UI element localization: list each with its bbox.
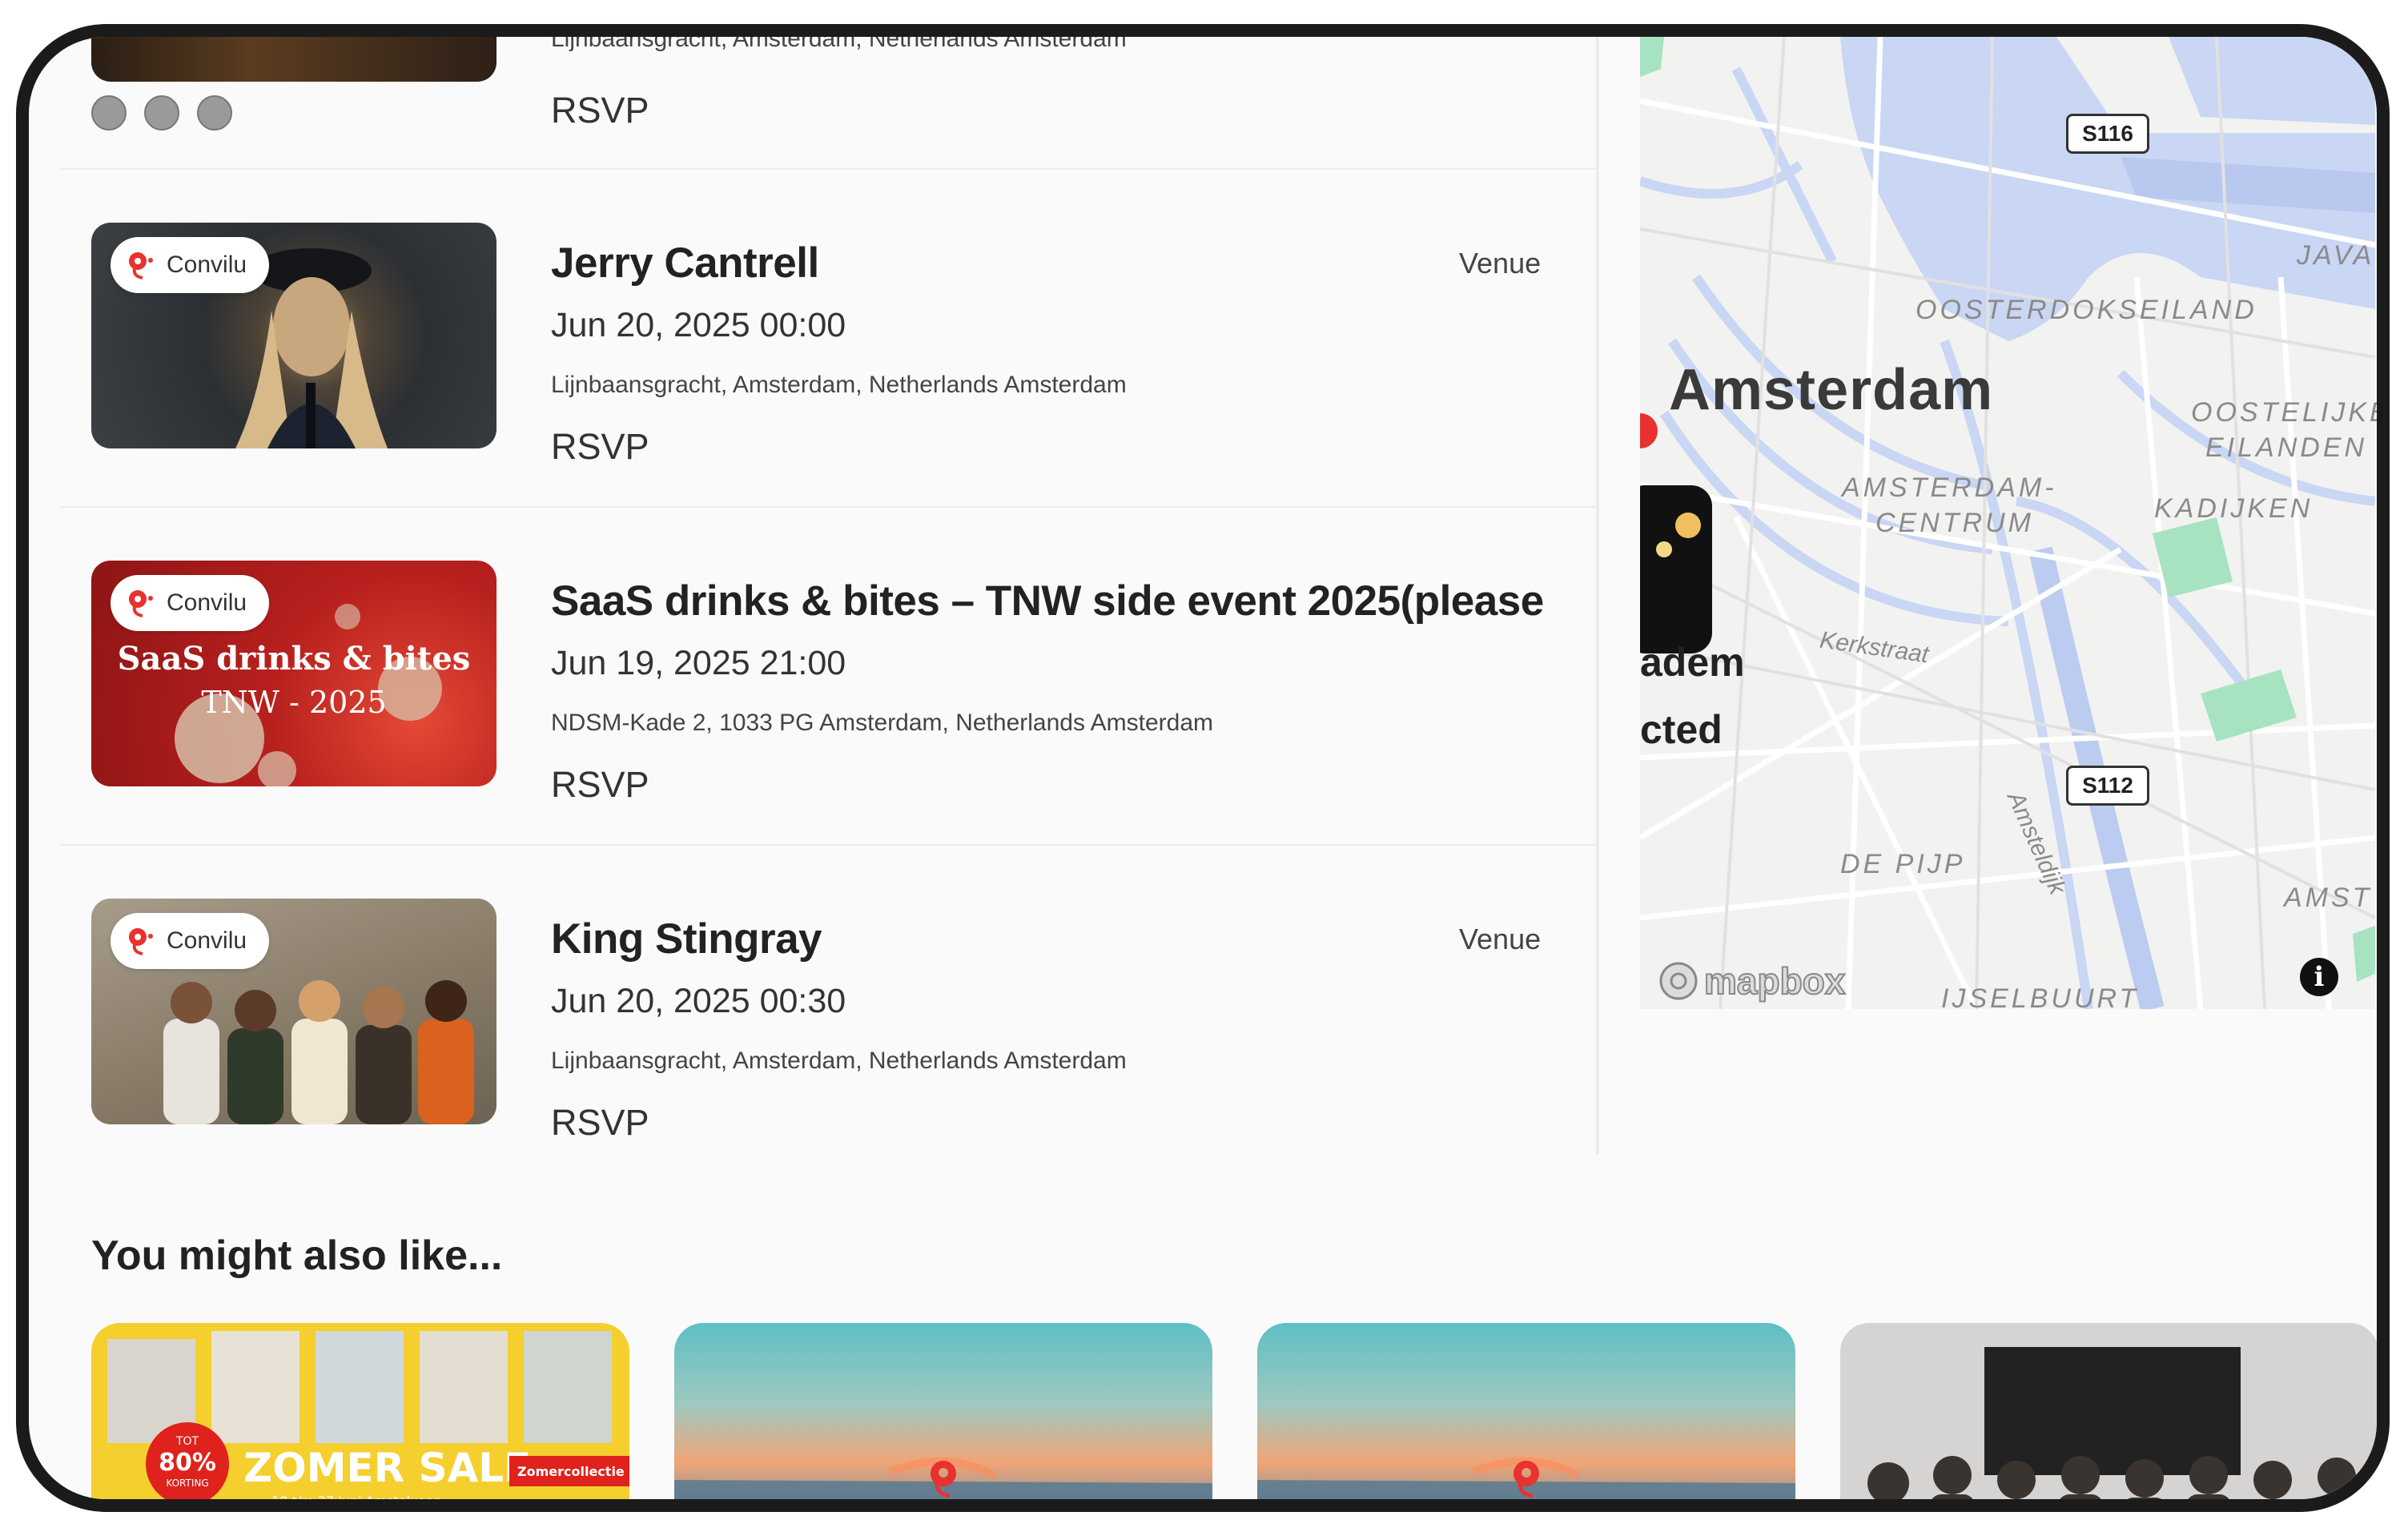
list-divider [61,168,1598,170]
map-popup-text: adem [1640,640,1745,685]
poster-subtitle: TNW - 2025 [201,685,386,720]
organizer-label: Convilu [167,251,247,278]
event-address: Lijnbaansgracht, Amsterdam, Netherlands … [551,26,1127,52]
window-controls [91,95,232,131]
card-placeholder [674,1458,1212,1499]
list-divider [61,844,1598,846]
map-district-label: OOSTELIJKE [2191,397,2390,428]
event-thumbnail[interactable] [91,37,496,82]
map-city-label: Amsterdam [1669,358,1994,422]
event-address: NDSM-Kade 2, 1033 PG Amsterdam, Netherla… [551,710,1214,736]
list-divider [61,506,1598,508]
mapbox-logo-icon [1659,962,1698,1000]
event-thumbnail[interactable]: SaaS drinks & bites TNW - 2025 Convilu [91,561,496,786]
event-title[interactable]: Jerry Cantrell [551,239,819,287]
convilu-logo-icon [128,590,153,617]
card-subtitle: 18 t/m 27 juni Amstelveen [271,1494,441,1509]
event-title[interactable]: King Stingray [551,915,822,963]
recommendations-heading: You might also like... [91,1232,503,1279]
map-district-label: DE PIJP [1840,849,1966,879]
card-poster: TOT 80% KORTING ZOMER SALE 18 t/m 27 jun… [91,1331,629,1509]
map-district-label: JAVA [2297,240,2375,271]
event-date: Jun 20, 2025 00:00 [551,306,846,344]
road-shield: S112 [2066,766,2149,806]
sale-badge-sub: KORTING [166,1478,208,1489]
event-address: Lijnbaansgracht, Amsterdam, Netherlands … [551,372,1127,398]
event-thumbnail[interactable]: Convilu [91,223,496,448]
event-address: Lijnbaansgracht, Amsterdam, Netherlands … [551,1047,1127,1074]
window-dot[interactable] [144,95,179,131]
map-district-label: IJSELBUURT [1941,983,2140,1014]
event-venue: Venue [1459,247,1542,279]
map-district-label: AMST [2284,883,2373,913]
panel-divider [1596,37,1599,1155]
organizer-label: Convilu [167,589,247,616]
mapbox-attribution[interactable]: mapbox [1658,959,1846,1003]
event-date: Jun 20, 2025 00:30 [551,982,846,1020]
recommendation-card[interactable] [1257,1323,1795,1499]
event-date: Jun 19, 2025 21:00 [551,644,846,682]
map-district-label: EILANDEN [2205,432,2368,463]
app-window: Lijnbaansgracht, Amsterdam, Netherlands … [16,24,2390,1512]
map-district-label: AMSTERDAM- [1842,472,2057,503]
info-icon[interactable]: i [2300,958,2338,996]
card-tag: Zomercollectie [517,1464,625,1479]
recommendation-card[interactable] [674,1323,1212,1499]
event-thumbnail[interactable]: Convilu [91,899,496,1124]
rsvp-button[interactable]: RSVP [551,764,649,806]
card-photo [1867,1347,2356,1499]
organizer-label: Convilu [167,927,247,954]
event-title[interactable]: SaaS drinks & bites – TNW side event 202… [551,577,1544,625]
card-placeholder [1257,1458,1795,1499]
map-district-label: KADIJKEN [2154,493,2314,524]
poster-title: SaaS drinks & bites [118,640,471,678]
rsvp-button[interactable]: RSVP [551,1102,649,1144]
rsvp-button[interactable]: RSVP [551,90,649,131]
recommendation-card[interactable] [1840,1323,2377,1499]
sale-badge-top: TOT [175,1435,199,1448]
road-shield: S116 [2066,114,2149,154]
organizer-badge: Convilu [111,575,270,631]
window-dot[interactable] [91,95,127,131]
map-popup-text: cted [1640,707,1723,752]
convilu-logo-icon [128,928,153,955]
window-dot[interactable] [197,95,232,131]
rsvp-button[interactable]: RSVP [551,426,649,468]
mapbox-label: mapbox [1703,959,1846,1003]
organizer-badge: Convilu [111,913,270,969]
map-district-label: OOSTERDOKSEILAND [1916,295,2257,325]
organizer-badge: Convilu [111,237,270,293]
event-venue: Venue [1459,923,1542,955]
convilu-logo-icon [128,252,153,279]
convilu-logo-icon [930,1461,956,1486]
convilu-logo-icon [1513,1461,1539,1486]
map-district-label: CENTRUM [1875,508,2034,538]
recommendation-card[interactable]: TOT 80% KORTING ZOMER SALE 18 t/m 27 jun… [91,1323,629,1509]
card-title: ZOMER SALE [243,1445,531,1491]
sale-badge: 80% [159,1449,216,1477]
